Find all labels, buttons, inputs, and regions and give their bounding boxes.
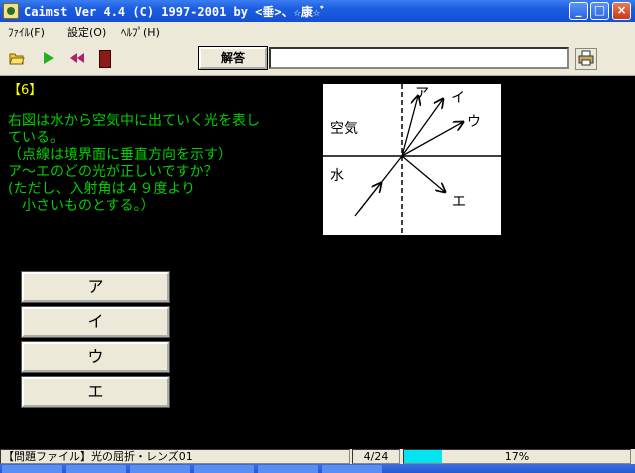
question-text: 右図は水から空気中に出ていく光を表し ている。 （点線は境界面に垂直方向を示す）…	[8, 113, 308, 215]
incident-arrow	[358, 183, 381, 212]
question-line: ている。	[8, 130, 64, 146]
taskbar-item[interactable]	[194, 465, 254, 473]
answer-button[interactable]: 解答	[198, 46, 268, 70]
question-line: (ただし、入射角は４９度より	[8, 181, 196, 197]
exit-door-icon[interactable]	[96, 50, 112, 68]
menu-settings[interactable]: 設定(O)	[67, 24, 106, 40]
progress-text: 17%	[504, 450, 530, 463]
toolbar: 解答	[0, 40, 635, 76]
menu-file[interactable]: ﾌｧｲﾙ(F)	[8, 24, 45, 40]
ray-a	[401, 96, 418, 157]
maximize-button[interactable]: □	[590, 2, 609, 20]
ray-e	[401, 155, 445, 192]
play-icon[interactable]	[40, 50, 56, 66]
menu-help[interactable]: ﾍﾙﾌﾟ(H)	[121, 24, 160, 40]
taskbar	[0, 464, 635, 473]
answer-input[interactable]	[269, 47, 569, 69]
taskbar-item[interactable]	[130, 465, 190, 473]
printer-icon[interactable]	[575, 48, 597, 70]
ray-label-e: エ	[452, 194, 466, 210]
choice-e-button[interactable]: エ	[21, 376, 170, 408]
ray-label-a: ア	[415, 86, 429, 102]
choice-i-button[interactable]: イ	[21, 306, 170, 338]
label-water: 水	[330, 168, 344, 184]
question-line: ア〜エのどの光が正しいですか？	[8, 164, 218, 180]
close-button[interactable]: ×	[612, 2, 631, 20]
app-icon	[3, 3, 19, 19]
question-number: 【6】	[8, 83, 43, 98]
progress-bar: 17%	[403, 449, 631, 464]
taskbar-item[interactable]	[258, 465, 318, 473]
question-line: （点線は境界面に垂直方向を示す）	[8, 147, 232, 163]
app-window: Caimst Ver 4.4 (C) 1997-2001 by <垂>、☆康☆ﾞ…	[0, 0, 635, 473]
folder-open-icon[interactable]	[9, 50, 25, 66]
diagram-svg: 空気 水 ア イ ウ エ	[323, 84, 501, 235]
taskbar-item[interactable]	[2, 465, 62, 473]
choice-u-button[interactable]: ウ	[21, 341, 170, 373]
label-air: 空気	[330, 121, 358, 137]
question-line: 小さいものとする。）	[8, 198, 155, 214]
status-file: 【問題ファイル】光の屈折・レンズ01	[0, 449, 350, 464]
question-line: 右図は水から空気中に出ていく光を表し	[8, 113, 260, 129]
status-bar: 【問題ファイル】光の屈折・レンズ01 4/24 17%	[0, 449, 635, 464]
minimize-button[interactable]: _	[569, 2, 588, 20]
ray-u	[401, 122, 463, 157]
ray-label-i: イ	[451, 90, 465, 106]
title-bar[interactable]: Caimst Ver 4.4 (C) 1997-2001 by <垂>、☆康☆ﾞ…	[0, 0, 635, 22]
rewind-icon[interactable]	[69, 50, 85, 66]
refraction-diagram: 空気 水 ア イ ウ エ	[323, 84, 501, 235]
taskbar-item[interactable]	[66, 465, 126, 473]
window-title: Caimst Ver 4.4 (C) 1997-2001 by <垂>、☆康☆ﾞ	[24, 5, 327, 19]
status-count: 4/24	[352, 449, 400, 464]
menu-bar: ﾌｧｲﾙ(F) 設定(O) ﾍﾙﾌﾟ(H)	[0, 22, 635, 40]
choice-a-button[interactable]: ア	[21, 271, 170, 303]
taskbar-item[interactable]	[322, 465, 382, 473]
ray-i	[401, 99, 443, 157]
ray-label-u: ウ	[467, 114, 481, 130]
